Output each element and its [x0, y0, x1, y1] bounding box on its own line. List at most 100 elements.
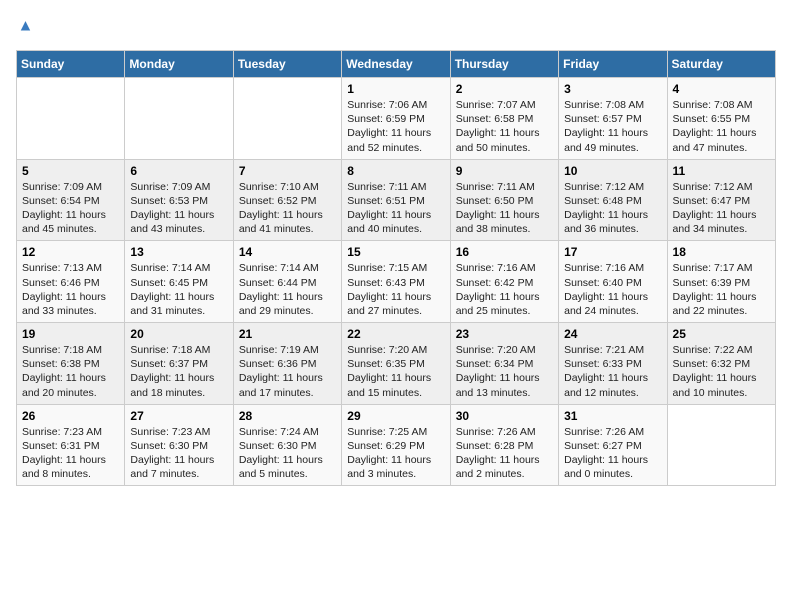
day-number: 11 — [673, 164, 770, 178]
day-number: 21 — [239, 327, 336, 341]
table-row — [667, 404, 775, 486]
day-info: Sunrise: 7:09 AM Sunset: 6:53 PM Dayligh… — [130, 180, 227, 237]
day-number: 23 — [456, 327, 553, 341]
day-number: 20 — [130, 327, 227, 341]
week-row-4: 19 Sunrise: 7:18 AM Sunset: 6:38 PM Dayli… — [17, 323, 776, 405]
table-row: 16 Sunrise: 7:16 AM Sunset: 6:42 PM Dayli… — [450, 241, 558, 323]
day-info: Sunrise: 7:22 AM Sunset: 6:32 PM Dayligh… — [673, 343, 770, 400]
day-info: Sunrise: 7:19 AM Sunset: 6:36 PM Dayligh… — [239, 343, 336, 400]
day-number: 28 — [239, 409, 336, 423]
day-number: 12 — [22, 245, 119, 259]
table-row: 2 Sunrise: 7:07 AM Sunset: 6:58 PM Daylig… — [450, 78, 558, 160]
day-info: Sunrise: 7:26 AM Sunset: 6:28 PM Dayligh… — [456, 425, 553, 482]
day-number: 9 — [456, 164, 553, 178]
day-number: 19 — [22, 327, 119, 341]
day-info: Sunrise: 7:15 AM Sunset: 6:43 PM Dayligh… — [347, 261, 444, 318]
table-row: 29Sunrise: 7:25 AM Sunset: 6:29 PM Dayli… — [342, 404, 450, 486]
day-info: Sunrise: 7:18 AM Sunset: 6:37 PM Dayligh… — [130, 343, 227, 400]
day-info: Sunrise: 7:12 AM Sunset: 6:47 PM Dayligh… — [673, 180, 770, 237]
svg-text:▲: ▲ — [17, 17, 33, 35]
table-row — [17, 78, 125, 160]
table-row: 14 Sunrise: 7:14 AM Sunset: 6:44 PM Dayli… — [233, 241, 341, 323]
header-wednesday: Wednesday — [342, 51, 450, 78]
header-saturday: Saturday — [667, 51, 775, 78]
day-number: 27 — [130, 409, 227, 423]
day-number: 26 — [22, 409, 119, 423]
day-info: Sunrise: 7:08 AM Sunset: 6:55 PM Dayligh… — [673, 98, 770, 155]
day-info: Sunrise: 7:08 AM Sunset: 6:57 PM Dayligh… — [564, 98, 661, 155]
day-info: Sunrise: 7:16 AM Sunset: 6:42 PM Dayligh… — [456, 261, 553, 318]
day-info: Sunrise: 7:20 AM Sunset: 6:35 PM Dayligh… — [347, 343, 444, 400]
table-row: 18 Sunrise: 7:17 AM Sunset: 6:39 PM Dayli… — [667, 241, 775, 323]
table-row: 11 Sunrise: 7:12 AM Sunset: 6:47 PM Dayli… — [667, 159, 775, 241]
day-info: Sunrise: 7:25 AM Sunset: 6:29 PM Dayligh… — [347, 425, 444, 482]
day-info: Sunrise: 7:26 AM Sunset: 6:27 PM Dayligh… — [564, 425, 661, 482]
day-info: Sunrise: 7:23 AM Sunset: 6:31 PM Dayligh… — [22, 425, 119, 482]
table-row: 8Sunrise: 7:11 AM Sunset: 6:51 PM Daylig… — [342, 159, 450, 241]
day-number: 6 — [130, 164, 227, 178]
day-number: 17 — [564, 245, 661, 259]
table-row: 24Sunrise: 7:21 AM Sunset: 6:33 PM Dayli… — [559, 323, 667, 405]
day-number: 4 — [673, 82, 770, 96]
day-number: 1 — [347, 82, 444, 96]
day-number: 25 — [673, 327, 770, 341]
week-row-3: 12Sunrise: 7:13 AM Sunset: 6:46 PM Dayli… — [17, 241, 776, 323]
day-number: 16 — [456, 245, 553, 259]
day-number: 7 — [239, 164, 336, 178]
logo: ▲ — [16, 16, 42, 38]
day-number: 10 — [564, 164, 661, 178]
table-row — [233, 78, 341, 160]
table-row: 3 Sunrise: 7:08 AM Sunset: 6:57 PM Daylig… — [559, 78, 667, 160]
page-header: ▲ — [16, 16, 776, 38]
day-info: Sunrise: 7:12 AM Sunset: 6:48 PM Dayligh… — [564, 180, 661, 237]
table-row: 13 Sunrise: 7:14 AM Sunset: 6:45 PM Dayli… — [125, 241, 233, 323]
day-info: Sunrise: 7:23 AM Sunset: 6:30 PM Dayligh… — [130, 425, 227, 482]
table-row: 20 Sunrise: 7:18 AM Sunset: 6:37 PM Dayli… — [125, 323, 233, 405]
table-row: 21 Sunrise: 7:19 AM Sunset: 6:36 PM Dayli… — [233, 323, 341, 405]
calendar-table: SundayMondayTuesdayWednesdayThursdayFrid… — [16, 50, 776, 486]
day-info: Sunrise: 7:24 AM Sunset: 6:30 PM Dayligh… — [239, 425, 336, 482]
week-row-1: 1 Sunrise: 7:06 AM Sunset: 6:59 PM Daylig… — [17, 78, 776, 160]
day-info: Sunrise: 7:20 AM Sunset: 6:34 PM Dayligh… — [456, 343, 553, 400]
table-row: 7 Sunrise: 7:10 AM Sunset: 6:52 PM Daylig… — [233, 159, 341, 241]
logo-icon: ▲ — [16, 16, 38, 38]
day-number: 22 — [347, 327, 444, 341]
day-info: Sunrise: 7:06 AM Sunset: 6:59 PM Dayligh… — [347, 98, 444, 155]
day-info: Sunrise: 7:11 AM Sunset: 6:50 PM Dayligh… — [456, 180, 553, 237]
day-number: 30 — [456, 409, 553, 423]
day-number: 18 — [673, 245, 770, 259]
table-row: 9 Sunrise: 7:11 AM Sunset: 6:50 PM Daylig… — [450, 159, 558, 241]
table-row: 6 Sunrise: 7:09 AM Sunset: 6:53 PM Daylig… — [125, 159, 233, 241]
day-number: 31 — [564, 409, 661, 423]
day-number: 3 — [564, 82, 661, 96]
day-info: Sunrise: 7:07 AM Sunset: 6:58 PM Dayligh… — [456, 98, 553, 155]
header-tuesday: Tuesday — [233, 51, 341, 78]
table-row: 26 Sunrise: 7:23 AM Sunset: 6:31 PM Dayli… — [17, 404, 125, 486]
day-number: 14 — [239, 245, 336, 259]
day-number: 13 — [130, 245, 227, 259]
table-row: 23 Sunrise: 7:20 AM Sunset: 6:34 PM Dayli… — [450, 323, 558, 405]
table-row: 10 Sunrise: 7:12 AM Sunset: 6:48 PM Dayli… — [559, 159, 667, 241]
header-thursday: Thursday — [450, 51, 558, 78]
day-info: Sunrise: 7:11 AM Sunset: 6:51 PM Dayligh… — [347, 180, 444, 237]
day-number: 24 — [564, 327, 661, 341]
day-info: Sunrise: 7:18 AM Sunset: 6:38 PM Dayligh… — [22, 343, 119, 400]
day-info: Sunrise: 7:10 AM Sunset: 6:52 PM Dayligh… — [239, 180, 336, 237]
table-row: 4 Sunrise: 7:08 AM Sunset: 6:55 PM Daylig… — [667, 78, 775, 160]
table-row: 12Sunrise: 7:13 AM Sunset: 6:46 PM Dayli… — [17, 241, 125, 323]
table-row: 5Sunrise: 7:09 AM Sunset: 6:54 PM Daylig… — [17, 159, 125, 241]
week-row-5: 26 Sunrise: 7:23 AM Sunset: 6:31 PM Dayli… — [17, 404, 776, 486]
week-row-2: 5Sunrise: 7:09 AM Sunset: 6:54 PM Daylig… — [17, 159, 776, 241]
calendar-header-row: SundayMondayTuesdayWednesdayThursdayFrid… — [17, 51, 776, 78]
table-row: 17Sunrise: 7:16 AM Sunset: 6:40 PM Dayli… — [559, 241, 667, 323]
day-info: Sunrise: 7:09 AM Sunset: 6:54 PM Dayligh… — [22, 180, 119, 237]
table-row: 27 Sunrise: 7:23 AM Sunset: 6:30 PM Dayli… — [125, 404, 233, 486]
day-info: Sunrise: 7:14 AM Sunset: 6:45 PM Dayligh… — [130, 261, 227, 318]
table-row: 31 Sunrise: 7:26 AM Sunset: 6:27 PM Dayli… — [559, 404, 667, 486]
table-row: 22 Sunrise: 7:20 AM Sunset: 6:35 PM Dayli… — [342, 323, 450, 405]
day-info: Sunrise: 7:14 AM Sunset: 6:44 PM Dayligh… — [239, 261, 336, 318]
table-row: 30 Sunrise: 7:26 AM Sunset: 6:28 PM Dayli… — [450, 404, 558, 486]
day-info: Sunrise: 7:17 AM Sunset: 6:39 PM Dayligh… — [673, 261, 770, 318]
day-number: 15 — [347, 245, 444, 259]
day-number: 2 — [456, 82, 553, 96]
